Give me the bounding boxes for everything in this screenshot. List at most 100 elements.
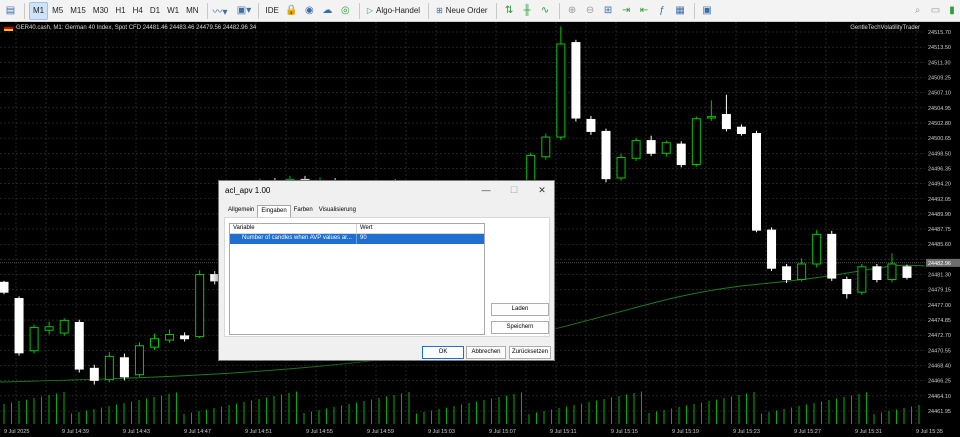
chat-icon[interactable]: ▭	[927, 2, 944, 20]
price-axis-label: 24477.00	[928, 303, 951, 309]
close-icon[interactable]: ✕	[535, 183, 549, 197]
tab-farben[interactable]: Farben	[291, 205, 316, 217]
bullish-candle	[691, 118, 701, 166]
signal-icon[interactable]: ◉	[301, 2, 318, 20]
bullish-candle	[134, 345, 144, 376]
price-axis-label: 24487.75	[928, 227, 951, 233]
price-axis-label: 24470.55	[928, 348, 951, 354]
price-axis-label: 24498.50	[928, 151, 951, 157]
depth-of-market-icon[interactable]: ⇅	[501, 2, 518, 20]
bearish-candle	[601, 130, 611, 180]
bearish-candle	[571, 42, 581, 119]
vps-icon[interactable]: ◎	[337, 2, 354, 20]
cancel-button[interactable]: Abbrechen	[466, 346, 506, 359]
minimize-icon[interactable]: —	[479, 183, 493, 197]
timeframe-h4[interactable]: H4	[130, 2, 146, 20]
templates-icon[interactable]: ▣▾	[236, 2, 253, 20]
new-order-button[interactable]: ⊞ Neue Order	[433, 2, 491, 20]
bearish-candle	[827, 233, 837, 279]
column-header-variable[interactable]: Variable	[230, 224, 357, 233]
parameter-value[interactable]: 90	[357, 234, 370, 244]
timeframe-h1[interactable]: H1	[112, 2, 128, 20]
time-axis-label: 9 Jul 15:07	[489, 429, 516, 435]
bullish-candle	[706, 116, 716, 119]
bullish-candle	[556, 43, 566, 138]
price-axis-label: 24481.30	[928, 273, 951, 279]
reset-button[interactable]: Zurücksetzen	[509, 346, 551, 359]
search-icon[interactable]: ⌕	[909, 2, 926, 20]
table-row[interactable]: Number of candles when AVP values ar... …	[230, 234, 484, 244]
germany-flag-icon	[4, 25, 13, 31]
toolbar: ▤ M1 M5 M15 M30 H1 H4 D1 W1 MN 〰▾ ▣▾ IDE…	[0, 0, 960, 22]
time-axis-label: 9 Jul 15:03	[428, 429, 455, 435]
bearish-candle	[752, 133, 761, 231]
new-chart-icon[interactable]: ▤	[2, 2, 19, 20]
price-axis-label: 24485.60	[928, 242, 951, 248]
ide-button[interactable]: IDE	[263, 2, 282, 20]
bearish-candle	[180, 335, 190, 340]
timeframe-m5[interactable]: M5	[49, 2, 66, 20]
timeframe-m15[interactable]: M15	[67, 2, 89, 20]
price-axis-label: 24468.40	[928, 364, 951, 370]
price-axis-label: 24492.05	[928, 197, 951, 203]
price-axis-label: 24461.95	[928, 409, 951, 415]
time-axis-label: 9 Jul 15:11	[550, 429, 577, 435]
price-axis-label: 24509.25	[928, 75, 951, 81]
timeframe-m1[interactable]: M1	[29, 1, 49, 20]
table-header: Variable Wert	[230, 224, 484, 234]
time-axis-label: 9 Jul 14:43	[123, 429, 150, 435]
parameters-table: Variable Wert Number of candles when AVP…	[229, 223, 485, 335]
chart-type-icon[interactable]: 〰▾	[212, 2, 229, 20]
bearish-candle	[782, 266, 792, 280]
timeframe-d1[interactable]: D1	[147, 2, 163, 20]
zoom-in-icon[interactable]: ⊕	[564, 2, 581, 20]
maximize-icon[interactable]: ☐	[507, 183, 521, 197]
column-header-value[interactable]: Wert	[357, 224, 376, 233]
algo-trading-button[interactable]: ▷ Algo-Handel	[364, 2, 423, 20]
bullish-candle	[59, 319, 69, 334]
cloud-icon[interactable]: ☁	[319, 2, 336, 20]
toolbar-separator	[558, 2, 560, 19]
tile-windows-icon[interactable]: ⊞	[600, 2, 617, 20]
load-button[interactable]: Laden	[491, 303, 549, 316]
toolbar-separator	[257, 2, 259, 19]
toolbar-separator	[495, 2, 497, 19]
timeframe-m30[interactable]: M30	[90, 2, 112, 20]
chart-shift-icon[interactable]: ⇥	[618, 2, 635, 20]
autoscroll-icon[interactable]: ⇤	[636, 2, 653, 20]
indicators-icon[interactable]: ƒ	[654, 2, 671, 20]
price-axis-label: 24466.25	[928, 379, 951, 385]
ok-button[interactable]: OK	[422, 346, 464, 359]
price-axis-label: 24489.90	[928, 212, 951, 218]
price-axis-label: 24502.80	[928, 121, 951, 127]
bearish-candle	[676, 143, 686, 166]
tab-eingaben[interactable]: Eingaben	[257, 205, 291, 217]
periods-icon[interactable]: ▦	[672, 2, 689, 20]
tab-allgemein[interactable]: Allgemein	[225, 205, 257, 217]
line-chart-icon[interactable]: ∿	[537, 2, 554, 20]
tab-visualisierung[interactable]: Visualisierung	[316, 205, 359, 217]
time-axis-label: 9 Jul 14:39	[62, 429, 89, 435]
time-axis-label: 9 Jul 14:55	[306, 429, 333, 435]
bullish-candle	[797, 263, 807, 280]
dialog-tabs: Allgemein Eingaben Farben Visualisierung	[225, 205, 359, 217]
price-axis-label: 24504.95	[928, 106, 951, 112]
time-axis-label: 9 Jul 14:47	[184, 429, 211, 435]
bearish-candle	[14, 298, 24, 354]
bar-chart-icon[interactable]: ╫	[519, 2, 536, 20]
new-order-icon: ⊞	[436, 6, 443, 15]
toolbar-separator	[693, 2, 695, 19]
save-button[interactable]: Speichern	[491, 321, 549, 334]
screenshot-icon[interactable]: ▣	[699, 2, 716, 20]
toolbar-separator	[24, 2, 25, 19]
bearish-candle	[902, 266, 912, 278]
bearish-candle	[721, 113, 731, 130]
zoom-out-icon[interactable]: ⊖	[582, 2, 599, 20]
price-axis-label: 24482.96	[928, 261, 951, 267]
chart-header: GER40.cash, M1: German 40 Index, Spot CF…	[4, 25, 256, 31]
bullish-candle	[857, 266, 867, 293]
timeframe-mn[interactable]: MN	[183, 2, 201, 20]
lock-icon[interactable]: 🔒	[283, 2, 300, 20]
timeframe-w1[interactable]: W1	[164, 2, 182, 20]
algo-trading-label: Algo-Handel	[376, 6, 421, 15]
